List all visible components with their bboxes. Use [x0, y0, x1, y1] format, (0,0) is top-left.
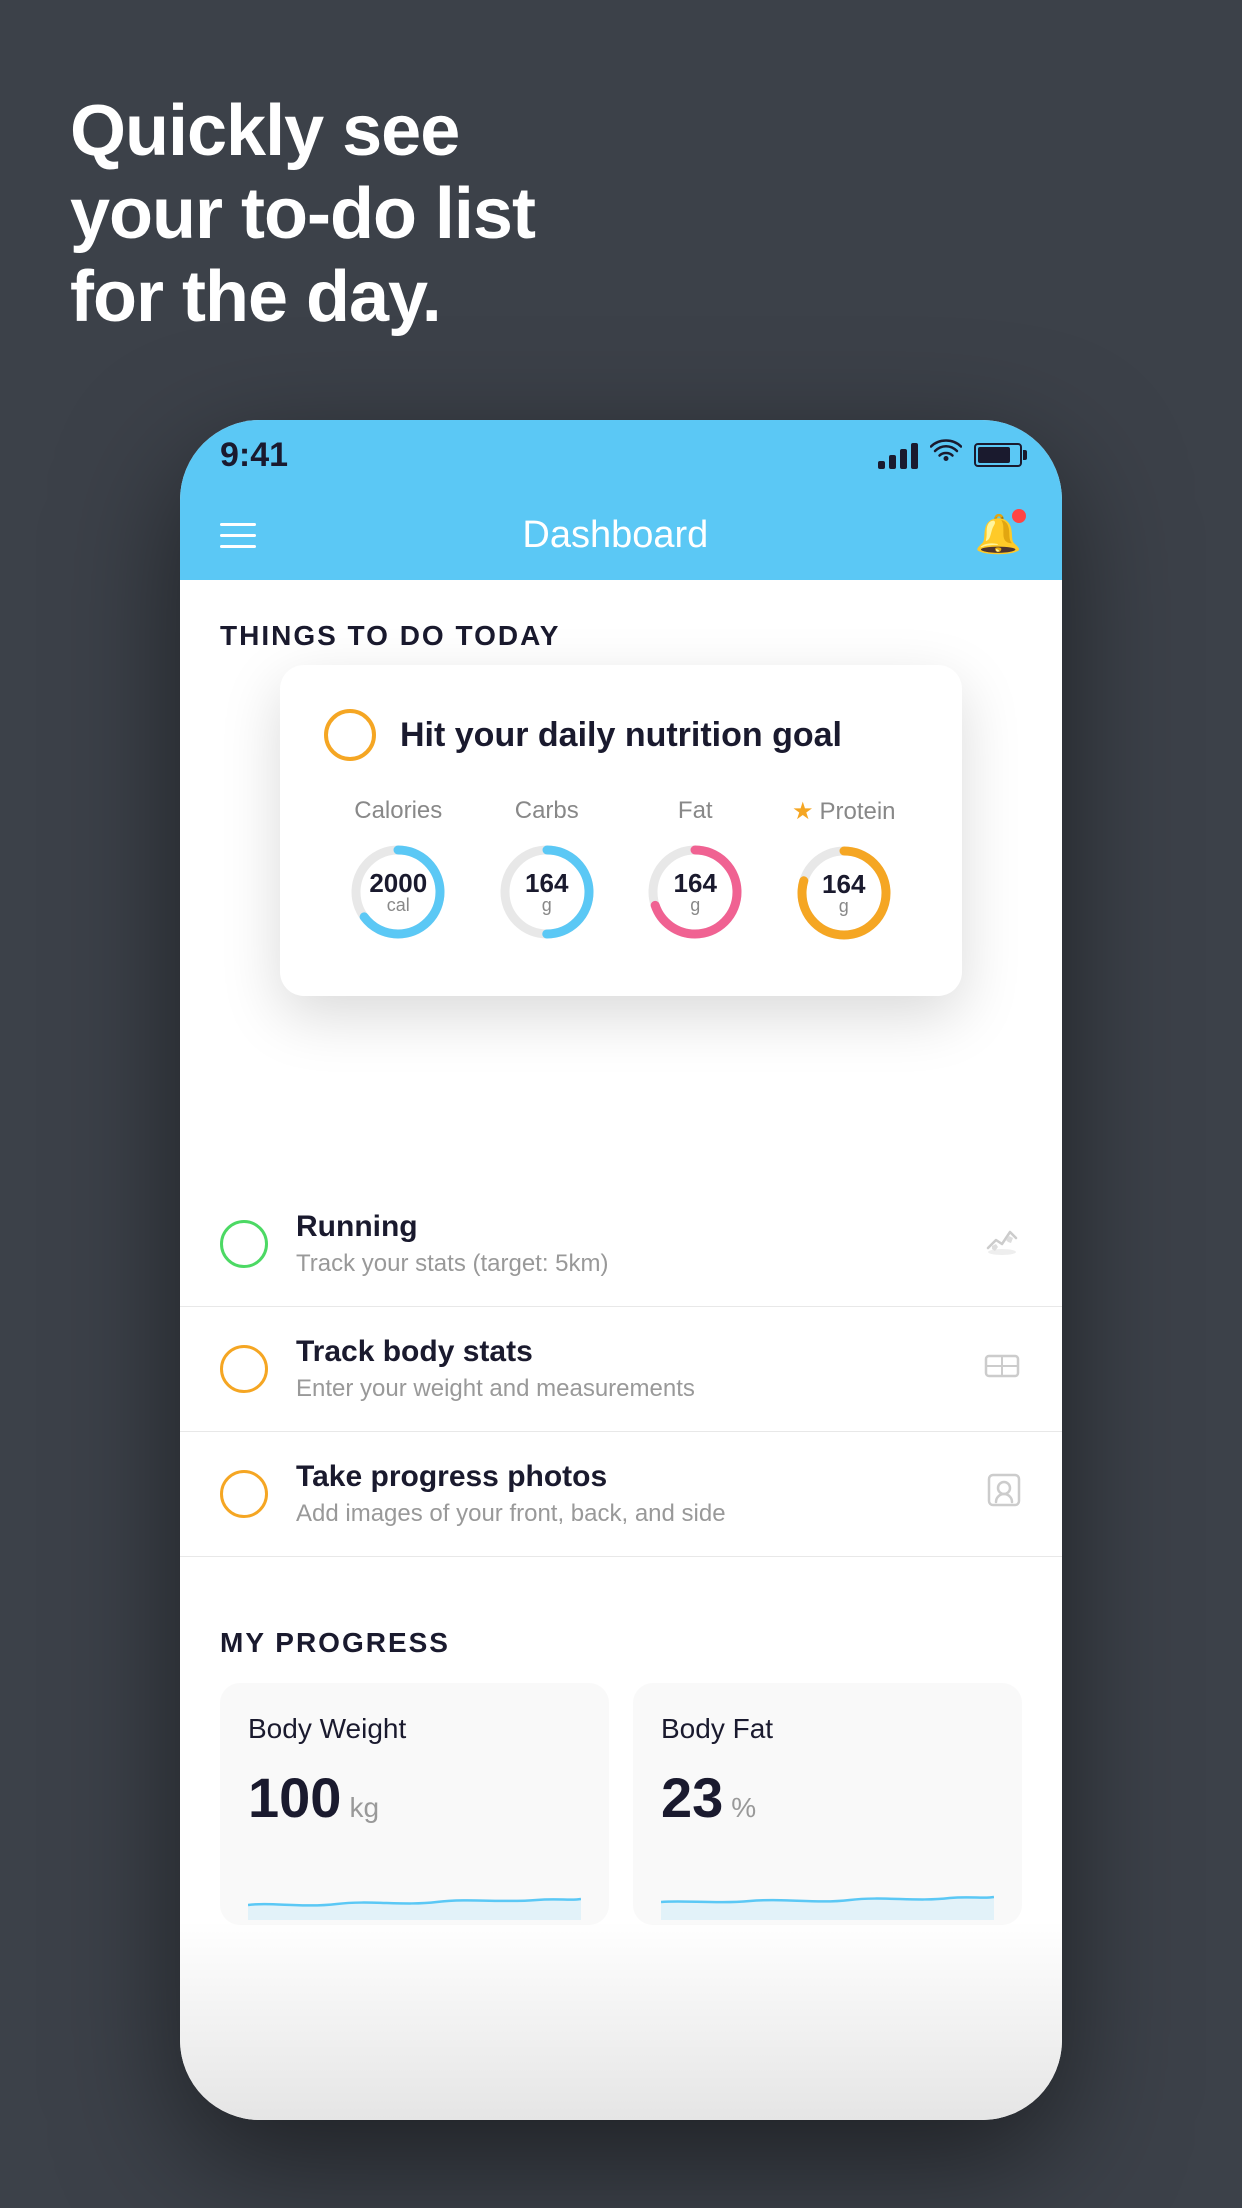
protein-value: 164 [822, 871, 865, 897]
things-to-do-header: THINGS TO DO TODAY [180, 580, 1062, 672]
header-title: Dashboard [522, 514, 708, 557]
hero-line1: Quickly see [70, 90, 535, 173]
signal-icon [878, 441, 918, 469]
body-fat-card[interactable]: Body Fat 23 % [633, 1683, 1022, 1925]
running-title: Running [296, 1210, 954, 1244]
progress-header: MY PROGRESS [220, 1597, 1022, 1683]
body-weight-chart [248, 1860, 581, 1920]
progress-cards: Body Weight 100 kg Body Fat 23 % [220, 1683, 1022, 1925]
hero-line2: your to-do list [70, 173, 535, 256]
nutrition-check-circle [324, 709, 376, 761]
body-fat-title: Body Fat [661, 1713, 994, 1745]
status-time: 9:41 [220, 436, 288, 475]
wifi-icon [930, 439, 962, 472]
progress-photos-subtitle: Add images of your front, back, and side [296, 1500, 958, 1528]
status-icons [878, 439, 1022, 472]
protein-donut: 164 g [789, 838, 899, 948]
carbs-label: Carbs [515, 797, 579, 825]
body-weight-card[interactable]: Body Weight 100 kg [220, 1683, 609, 1925]
calories-donut: 2000 cal [343, 837, 453, 947]
body-weight-value-row: 100 kg [248, 1765, 581, 1830]
macro-fat: Fat 164 g [640, 797, 750, 947]
todo-progress-photos[interactable]: Take progress photos Add images of your … [180, 1432, 1062, 1557]
phone-frame: 9:41 [180, 420, 1062, 2120]
progress-photos-icon [986, 1472, 1022, 1517]
body-weight-value: 100 [248, 1765, 341, 1830]
todo-body-stats[interactable]: Track body stats Enter your weight and m… [180, 1307, 1062, 1432]
progress-photos-title: Take progress photos [296, 1460, 958, 1494]
fat-value: 164 [674, 870, 717, 896]
progress-photos-check-circle [220, 1470, 268, 1518]
fat-label: Fat [678, 797, 713, 825]
running-icon [982, 1224, 1022, 1265]
star-icon: ★ [792, 797, 814, 826]
running-check-circle [220, 1220, 268, 1268]
notification-badge [1012, 509, 1026, 523]
todo-running[interactable]: Running Track your stats (target: 5km) [180, 1182, 1062, 1307]
macro-protein: ★Protein 164 g [789, 797, 899, 948]
body-weight-unit: kg [349, 1792, 379, 1824]
carbs-value: 164 [525, 870, 568, 896]
body-fat-unit: % [731, 1792, 756, 1824]
notification-button[interactable]: 🔔 [975, 513, 1022, 557]
progress-section: MY PROGRESS Body Weight 100 kg B [180, 1597, 1062, 1925]
nutrition-card[interactable]: Hit your daily nutrition goal Calories 2… [280, 665, 962, 996]
fat-donut: 164 g [640, 837, 750, 947]
calories-value: 2000 [369, 870, 427, 896]
body-stats-icon [982, 1348, 1022, 1391]
nutrition-title: Hit your daily nutrition goal [400, 716, 842, 755]
body-stats-title: Track body stats [296, 1335, 954, 1369]
nutrition-card-header: Hit your daily nutrition goal [324, 709, 918, 761]
body-fat-value: 23 [661, 1765, 723, 1830]
battery-icon [974, 443, 1022, 467]
todo-list: Running Track your stats (target: 5km) [180, 1182, 1062, 1557]
body-fat-value-row: 23 % [661, 1765, 994, 1830]
macro-carbs: Carbs 164 g [492, 797, 602, 947]
calories-label: Calories [354, 797, 442, 825]
app-header: Dashboard 🔔 [180, 490, 1062, 580]
body-fat-chart [661, 1860, 994, 1920]
carbs-donut: 164 g [492, 837, 602, 947]
hero-text: Quickly see your to-do list for the day. [70, 90, 535, 338]
protein-label: ★Protein [792, 797, 896, 826]
menu-button[interactable] [220, 523, 256, 548]
body-weight-title: Body Weight [248, 1713, 581, 1745]
macro-calories: Calories 2000 cal [343, 797, 453, 947]
body-stats-check-circle [220, 1345, 268, 1393]
hero-line3: for the day. [70, 256, 535, 339]
running-subtitle: Track your stats (target: 5km) [296, 1250, 954, 1278]
body-stats-subtitle: Enter your weight and measurements [296, 1375, 954, 1403]
content-area: THINGS TO DO TODAY Hit your daily nutrit… [180, 580, 1062, 2120]
status-bar: 9:41 [180, 420, 1062, 490]
nutrition-macros: Calories 2000 cal Carbs [324, 797, 918, 948]
